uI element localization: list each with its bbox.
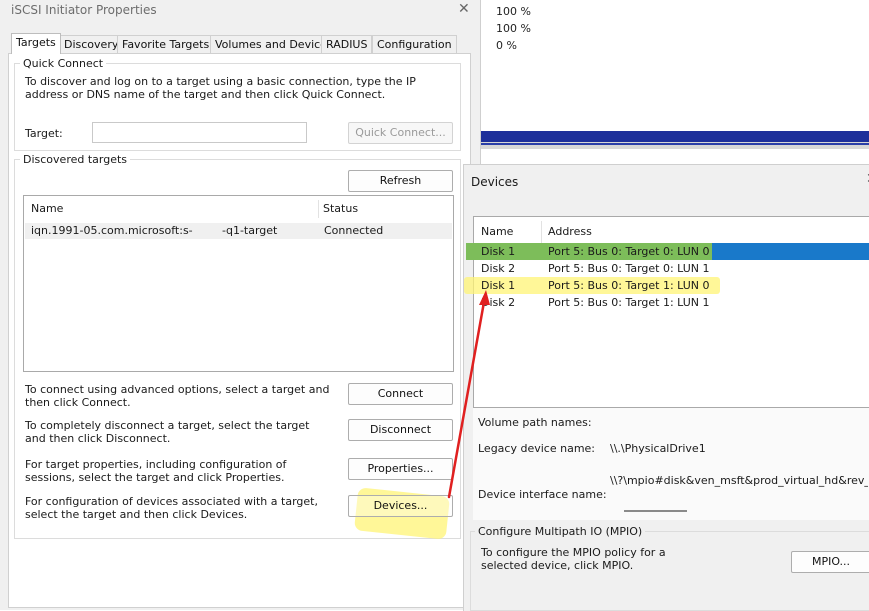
target-name: iqn.1991-05.com.microsoft:s- bbox=[31, 224, 193, 237]
percent-value: 100 % bbox=[496, 22, 531, 35]
tab-targets[interactable]: Targets bbox=[11, 33, 61, 54]
column-header-status[interactable]: Status bbox=[323, 202, 358, 215]
table-row[interactable]: Disk 2 Port 5: Bus 0: Target 0: LUN 1 bbox=[475, 260, 869, 277]
devices-description: For configuration of devices associated … bbox=[25, 495, 318, 521]
target-name-suffix: -q1-target bbox=[222, 224, 278, 237]
mpio-description: To configure the MPIO policy for a selec… bbox=[481, 546, 666, 572]
column-header-name[interactable]: Name bbox=[31, 202, 63, 215]
devices-dialog: Devices ✕ Name Address Disk 1 Port 5: Bu… bbox=[463, 164, 869, 611]
dialog-title: Devices bbox=[471, 175, 519, 189]
legacy-device-label: Legacy device name: bbox=[478, 442, 596, 455]
device-name: Disk 1 bbox=[481, 279, 516, 292]
column-header-address[interactable]: Address bbox=[548, 225, 592, 238]
device-interface-label: Device interface name: bbox=[478, 488, 607, 501]
properties-button[interactable]: Properties... bbox=[348, 458, 453, 480]
disconnect-description: To completely disconnect a target, selec… bbox=[25, 419, 310, 445]
connect-button[interactable]: Connect bbox=[348, 383, 453, 405]
device-address: Port 5: Bus 0: Target 1: LUN 1 bbox=[548, 296, 710, 309]
volume-path-label: Volume path names: bbox=[478, 416, 592, 429]
tab-configuration[interactable]: Configuration bbox=[372, 35, 457, 53]
device-address: Port 5: Bus 0: Target 0: LUN 1 bbox=[548, 262, 710, 275]
close-icon[interactable]: ✕ bbox=[458, 1, 470, 17]
group-label: Discovered targets bbox=[20, 153, 131, 166]
table-row[interactable]: Disk 2 Port 5: Bus 0: Target 1: LUN 1 bbox=[475, 294, 869, 311]
quick-connect-description: To discover and log on to a target using… bbox=[25, 75, 416, 101]
device-interface-value: \\?\mpio#disk&ven_msft&prod_virtual_hd&r… bbox=[610, 474, 868, 487]
tab-discovery[interactable]: Discovery bbox=[59, 35, 124, 53]
mpio-button[interactable]: MPIO... bbox=[791, 551, 869, 573]
percent-value: 100 % bbox=[496, 5, 531, 18]
horizontal-scrollbar[interactable] bbox=[624, 510, 687, 512]
group-label: Configure Multipath IO (MPIO) bbox=[475, 525, 646, 538]
device-name: Disk 2 bbox=[481, 296, 516, 309]
column-divider bbox=[541, 221, 542, 243]
target-input[interactable] bbox=[92, 122, 307, 143]
table-row[interactable]: iqn.1991-05.com.microsoft:s- -q1-target … bbox=[25, 223, 452, 239]
legacy-device-value: \\.\PhysicalDrive1 bbox=[610, 442, 706, 455]
disconnect-button[interactable]: Disconnect bbox=[348, 419, 453, 441]
group-label: Quick Connect bbox=[20, 57, 107, 70]
device-address: Port 5: Bus 0: Target 1: LUN 0 bbox=[548, 279, 710, 292]
tab-favorite-targets[interactable]: Favorite Targets bbox=[117, 35, 215, 53]
properties-description: For target properties, including configu… bbox=[25, 458, 287, 484]
quick-connect-button[interactable]: Quick Connect... bbox=[348, 122, 453, 144]
device-address: Port 5: Bus 0: Target 0: LUN 0 bbox=[548, 245, 710, 258]
iscsi-dialog: iSCSI Initiator Properties ✕ Targets Dis… bbox=[0, 0, 481, 610]
refresh-button[interactable]: Refresh bbox=[348, 170, 453, 192]
dialog-title: iSCSI Initiator Properties bbox=[11, 3, 157, 17]
tab-volumes-and-devices[interactable]: Volumes and Devices bbox=[210, 35, 338, 53]
device-name: Disk 2 bbox=[481, 262, 516, 275]
targets-list[interactable]: Name Status iqn.1991-05.com.microsoft:s-… bbox=[23, 195, 454, 372]
devices-list[interactable]: Name Address Disk 1 Port 5: Bus 0: Targe… bbox=[464, 216, 869, 408]
target-status: Connected bbox=[324, 224, 384, 237]
progress-bar bbox=[480, 131, 869, 149]
tab-radius[interactable]: RADIUS bbox=[321, 35, 373, 53]
connect-description: To connect using advanced options, selec… bbox=[25, 383, 330, 409]
table-row[interactable]: Disk 1 Port 5: Bus 0: Target 0: LUN 0 bbox=[466, 243, 869, 260]
devices-button[interactable]: Devices... bbox=[348, 495, 453, 517]
column-divider bbox=[318, 200, 319, 218]
table-row[interactable]: Disk 1 Port 5: Bus 0: Target 1: LUN 0 bbox=[475, 277, 869, 294]
percent-value: 0 % bbox=[496, 39, 517, 52]
target-label: Target: bbox=[25, 127, 63, 140]
device-name: Disk 1 bbox=[481, 245, 516, 258]
column-header-name[interactable]: Name bbox=[481, 225, 513, 238]
